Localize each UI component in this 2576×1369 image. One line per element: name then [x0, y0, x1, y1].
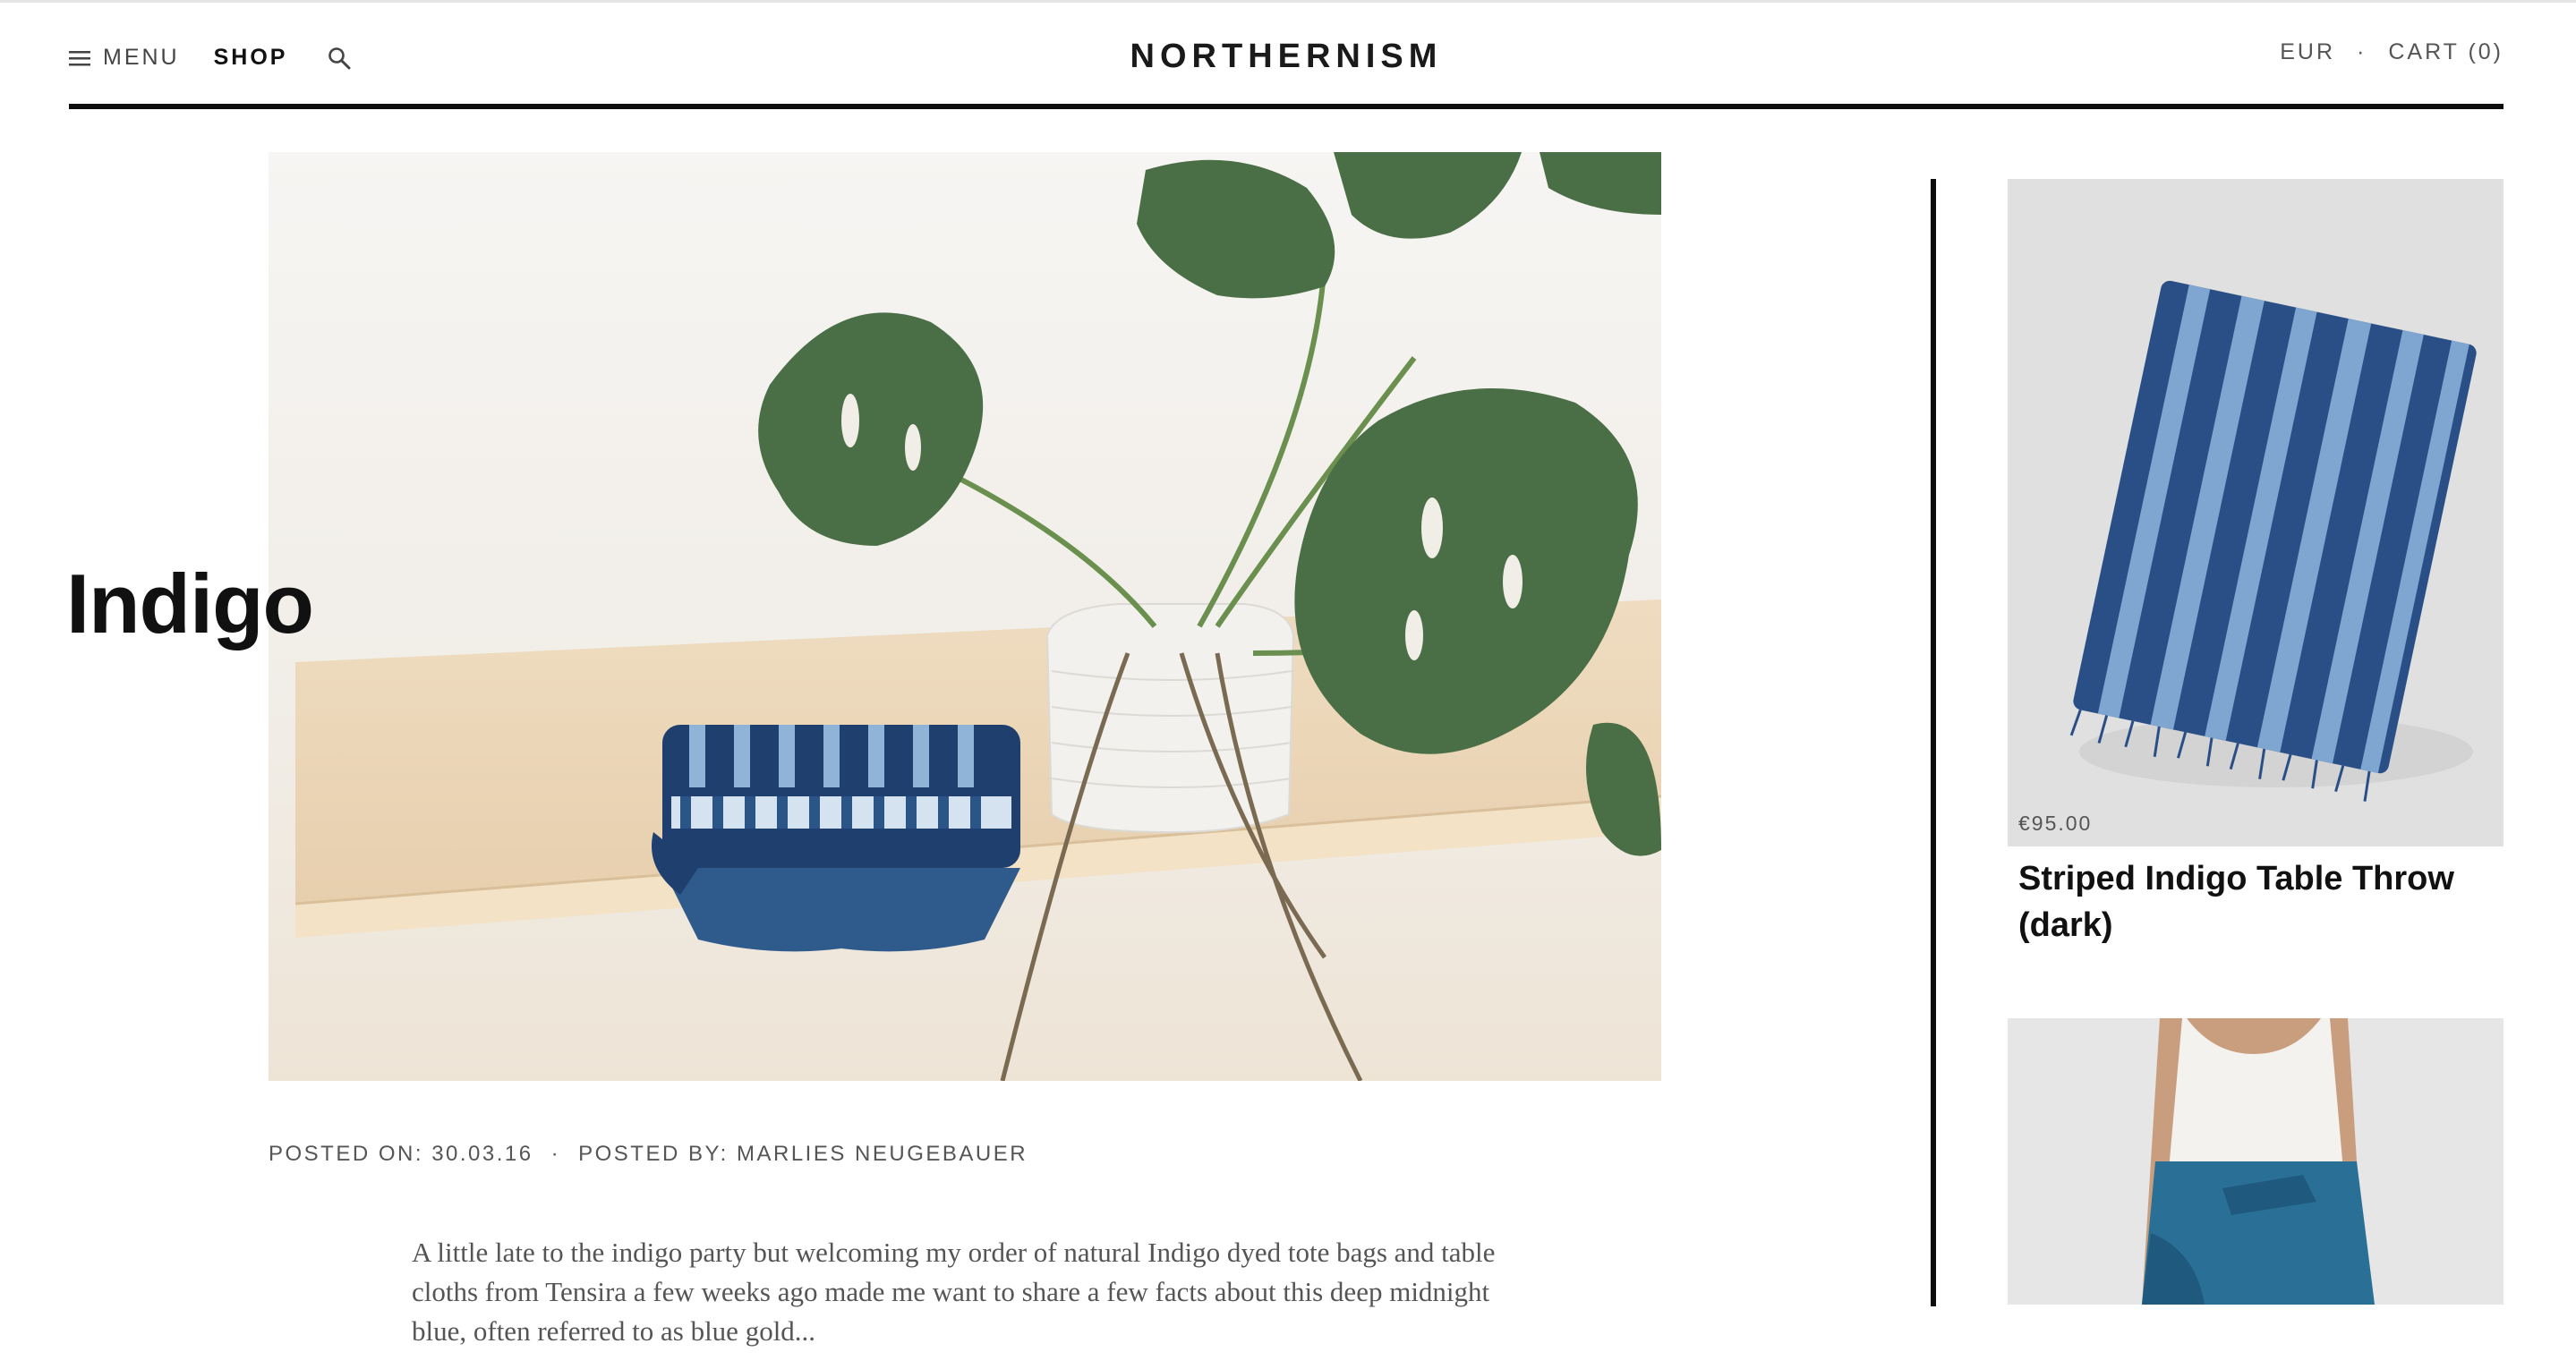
product-price: €95.00	[2018, 812, 2093, 835]
sidebar-rule	[1931, 179, 1936, 1306]
meta-separator: ·	[550, 1142, 561, 1166]
post-title: Indigo	[66, 557, 314, 650]
sidebar-product-card[interactable]: €95.00 Striped Indigo Table Throw (dark)	[2008, 179, 2503, 948]
post-meta: POSTED ON: 30.03.16 · POSTED BY: MARLIES…	[269, 1142, 1028, 1167]
header-rule	[69, 104, 2503, 109]
site-header: MENU SHOP NORTHERNISM EUR · CART (0)	[69, 18, 2503, 107]
top-border	[0, 0, 2576, 3]
product-title[interactable]: Striped Indigo Table Throw (dark)	[2008, 855, 2503, 948]
header-right-nav: EUR · CART (0)	[2280, 39, 2503, 65]
posted-by: POSTED BY: MARLIES NEUGEBAUER	[578, 1142, 1028, 1166]
product-image[interactable]: €95.00	[2008, 179, 2503, 846]
cart-link[interactable]: CART (0)	[2388, 39, 2503, 65]
sidebar-product-image-2[interactable]	[2008, 1018, 2503, 1305]
site-logo[interactable]: NORTHERNISM	[69, 38, 2503, 76]
header-separator: ·	[2357, 39, 2367, 64]
post-hero-image[interactable]	[269, 152, 1661, 1081]
currency-selector[interactable]: EUR	[2280, 39, 2335, 65]
posted-on: POSTED ON: 30.03.16	[269, 1142, 533, 1166]
post-excerpt: A little late to the indigo party but we…	[412, 1237, 1496, 1347]
